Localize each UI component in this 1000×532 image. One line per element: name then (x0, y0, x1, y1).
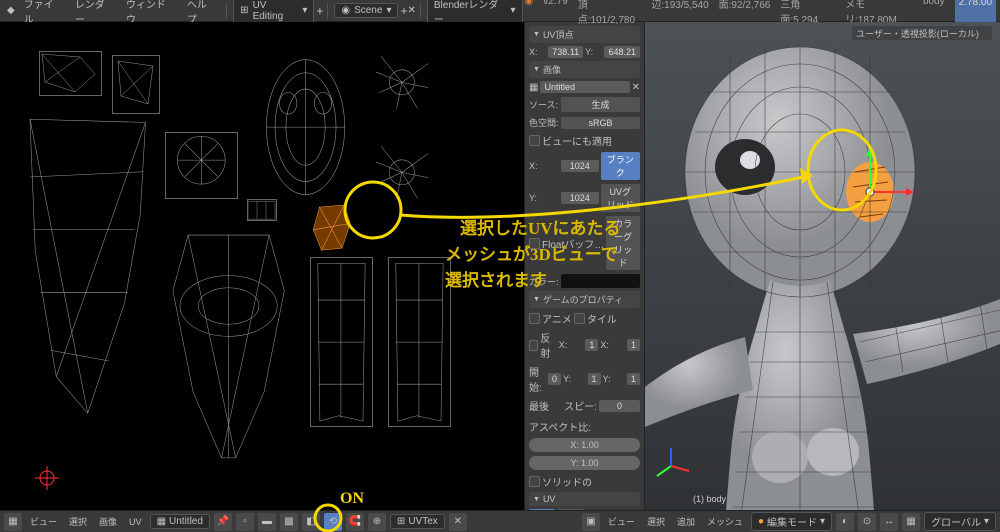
image-width-field[interactable]: 1024 (561, 160, 599, 172)
uv-menu-image[interactable]: 画像 (95, 513, 121, 530)
layout-dropdown[interactable]: ⊞ UV Editing ▾ (233, 0, 314, 24)
layout-add-button[interactable]: + (316, 4, 323, 18)
editor-type-3d-icon[interactable]: ▣ (582, 513, 600, 531)
uv-menu-view[interactable]: ビュー (26, 513, 61, 530)
scene-dropdown[interactable]: ◉ Scene ▾ (334, 3, 398, 18)
orientation-dropdown[interactable]: グローバル▾ (924, 512, 996, 531)
aspect-y-slider[interactable]: Y: 1.00 (529, 456, 640, 470)
gen-colorgrid-button[interactable]: カラーグリッド (606, 216, 640, 270)
blender-icon: ◆ (4, 4, 18, 18)
uv-menu-select[interactable]: 選択 (65, 513, 91, 530)
bottom-bar: ▦ ビュー 選択 画像 UV ▦Untitled 📌 ▫ ▬ ▩ ◧ ⟲ 🧲 ⊕… (0, 510, 1000, 532)
viewport-mesh (645, 32, 1000, 510)
vp-menu-select[interactable]: 選択 (643, 513, 669, 530)
gen-uvgrid-button[interactable]: UVグリッド (601, 184, 641, 212)
remove-tex-button[interactable]: ✕ (449, 513, 467, 531)
uv-cursor-icon (35, 466, 59, 490)
tile-checkbox[interactable] (574, 313, 585, 324)
vp-menu-mesh[interactable]: メッシュ (703, 513, 747, 530)
image-source-dropdown[interactable]: 生成 (561, 97, 640, 112)
image-height-field[interactable]: 1024 (561, 192, 599, 204)
uv-properties-panel[interactable]: UV頂点 X:738.11Y:648.21 画像 ▦Untitled✕ ソース:… (525, 22, 645, 510)
chevron-down-icon: ▾ (386, 5, 391, 16)
section-uv[interactable]: UV (529, 492, 640, 506)
layers-icon[interactable]: ▦ (902, 513, 920, 531)
scene-icon: ◉ (341, 5, 350, 16)
cursor-icon[interactable]: ⊕ (368, 513, 386, 531)
chevron-down-icon: ▾ (302, 5, 307, 16)
top-menu-bar: ◆ ファイル レンダー ウィンドウ ヘルプ ⊞ UV Editing ▾ + ◉… (0, 0, 1000, 22)
mode-dropdown[interactable]: ●編集モード▾ (751, 512, 832, 531)
float-buffer-checkbox[interactable] (529, 238, 540, 249)
gen-blank-button[interactable]: ブランク (601, 152, 641, 180)
vp-menu-add[interactable]: 追加 (673, 513, 699, 530)
section-game-props[interactable]: ゲームのプロパティ (529, 291, 640, 308)
chevron-down-icon: ▾ (511, 5, 516, 16)
image-color-swatch[interactable] (561, 274, 640, 288)
solid-checkbox[interactable] (529, 476, 540, 487)
scene-add-button[interactable]: + (400, 4, 407, 18)
sel-vert-icon[interactable]: ▫ (236, 513, 254, 531)
annotation-on-label: ON (340, 490, 364, 508)
viewport-mesh-name: (1) body (693, 494, 726, 504)
uv-image-editor[interactable] (0, 22, 525, 510)
snap-icon[interactable]: 🧲 (346, 513, 364, 531)
uv-menu-uv[interactable]: UV (125, 515, 146, 529)
scene-remove-button[interactable]: ✕ (407, 5, 415, 16)
anim-checkbox[interactable] (529, 313, 540, 324)
grid-icon: ⊞ (240, 5, 248, 16)
axis-gizmo-icon (651, 446, 691, 486)
image-icon: ▦ (529, 82, 538, 93)
colorspace-dropdown[interactable]: sRGB (561, 117, 640, 129)
apply-view-checkbox[interactable] (529, 135, 540, 146)
reflect-checkbox[interactable] (529, 340, 538, 351)
selected-uv-island[interactable] (310, 203, 354, 252)
3d-viewport[interactable]: ユーザー・透視投影(ローカル) (645, 22, 1000, 510)
uv-texture-dropdown[interactable]: ⊞UVTex (390, 514, 445, 529)
section-image[interactable]: 画像 (529, 61, 640, 78)
uv-vertex-x-field[interactable]: 738.11 (548, 46, 583, 58)
uv-vertex-y-field[interactable]: 648.21 (604, 46, 640, 58)
section-uv-vertex[interactable]: UV頂点 (529, 26, 640, 43)
aspect-x-slider[interactable]: X: 1.00 (529, 438, 640, 452)
image-name-field[interactable]: Untitled (540, 81, 629, 93)
sync-selection-button[interactable]: ⟲ (324, 513, 342, 531)
pin-icon[interactable]: 📌 (214, 513, 232, 531)
sel-edge-icon[interactable]: ▬ (258, 513, 276, 531)
uv-draw-tab-2[interactable]: 点線 (557, 509, 583, 510)
uv-image-dropdown[interactable]: ▦Untitled (150, 514, 210, 529)
remove-icon[interactable]: ✕ (632, 82, 640, 93)
editor-type-icon[interactable]: ▦ (4, 513, 22, 531)
shading-icon[interactable]: ◐ (836, 513, 854, 531)
sel-island-icon[interactable]: ◧ (302, 513, 320, 531)
manipulator-icon[interactable]: ↔ (880, 513, 898, 531)
uv-draw-tab-1[interactable]: 補還 (529, 509, 555, 510)
sel-face-icon[interactable]: ▩ (280, 513, 298, 531)
blender-logo-icon: ◉ (525, 0, 534, 26)
pivot-icon[interactable]: ⊙ (858, 513, 876, 531)
vp-menu-view[interactable]: ビュー (604, 513, 639, 530)
